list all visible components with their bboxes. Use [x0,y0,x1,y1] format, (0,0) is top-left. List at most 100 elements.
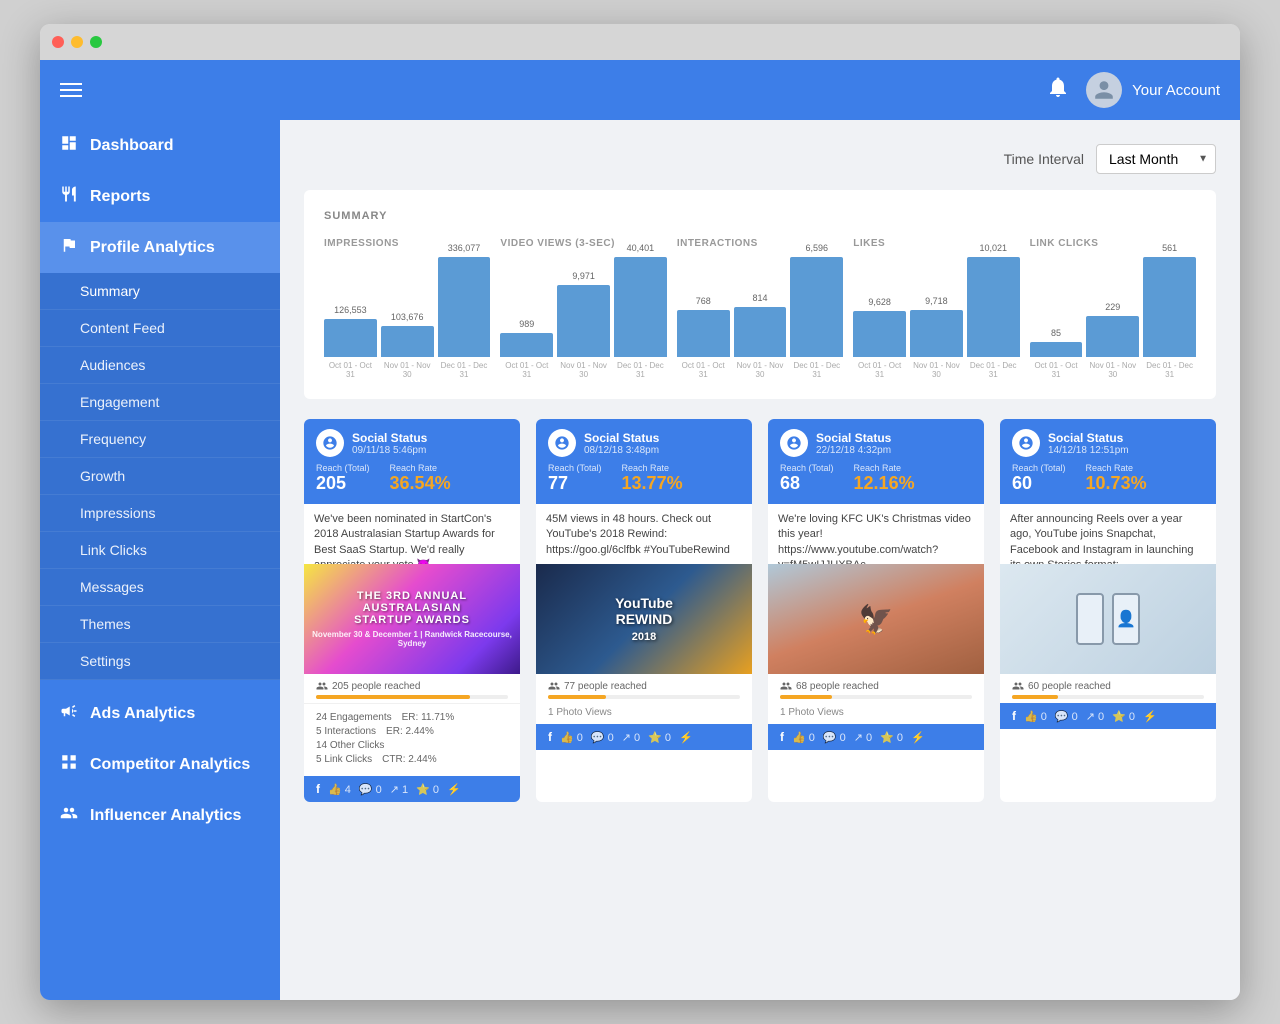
sidebar-sub-themes[interactable]: Themes [40,606,280,643]
grid-icon [60,753,78,776]
post-body-text: We've been nominated in StartCon's 2018 … [304,504,520,564]
sidebar-item-profile-analytics[interactable]: Profile Analytics [40,222,280,273]
reach-bar-bg [1012,695,1204,699]
reach-bar-bg [780,695,972,699]
meta-row: 5 Link Clicks CTR: 2.44% [316,754,508,765]
post-footer: f 👍 4 💬 0 ↗ 1 ⭐ 0 ⚡ [304,776,520,802]
bar: 6,596 [790,257,843,357]
alarm-icon[interactable] [1046,75,1070,105]
meta-row: 24 Engagements ER: 11.71% [316,712,508,723]
bar-date: Nov 01 - Nov 30 [557,361,610,379]
reach-value: 77 [548,473,602,494]
star-count: ⭐ 0 [648,731,671,744]
reach-bar-wrap: 60 people reached [1000,674,1216,703]
sidebar-sub-settings[interactable]: Settings [40,643,280,680]
shares-count: ↗ 1 [390,783,408,796]
reach-label: Reach (Total) [548,463,602,473]
main-content: Time Interval Last Month Last Week Last … [280,120,1240,1000]
reach-bar-wrap: 205 people reached [304,674,520,703]
hamburger-menu[interactable] [60,83,82,97]
megaphone-icon [60,702,78,725]
reach-label: Reach (Total) [316,463,370,473]
sidebar-item-competitor-analytics[interactable]: Competitor Analytics [40,739,280,790]
bar-value: 9,718 [925,296,948,306]
reach-value: 205 [316,473,370,494]
reach-bar-bg [548,695,740,699]
post-brand-info: Social Status08/12/18 3:48pm [584,431,659,456]
time-interval-select[interactable]: Last Month Last Week Last Quarter Last Y… [1096,144,1216,174]
facebook-icon: f [316,782,320,796]
bar: 9,628 [853,311,906,357]
sidebar-item-reports[interactable]: Reports [40,171,280,222]
shares-count: ↗ 0 [622,731,640,744]
bar-dates: Oct 01 - Oct 31Nov 01 - Nov 30Dec 01 - D… [1030,361,1196,379]
sidebar-sub-growth[interactable]: Growth [40,458,280,495]
bar: 10,021 [967,257,1020,357]
sidebar-sub-summary[interactable]: Summary [40,273,280,310]
maximize-button[interactable] [90,36,102,48]
sidebar-item-dashboard[interactable]: Dashboard [40,120,280,171]
bar-value: 85 [1051,328,1061,338]
meta-row: 5 Interactions ER: 2.44% [316,726,508,737]
post-header: Social Status08/12/18 3:48pm Reach (Tota… [536,419,752,504]
post-image: 🦅 [768,564,984,674]
reach-people-label: 68 people reached [780,680,972,692]
bar: 336,077 [438,257,491,357]
interactions-label: 5 Interactions [316,726,376,737]
bar: 40,401 [614,257,667,357]
post-header-top: Social Status08/12/18 3:48pm [548,429,740,457]
bar: 814 [734,307,787,357]
reach-people-label: 77 people reached [548,680,740,692]
reach-value: 68 [780,473,834,494]
post-body-text: After announcing Reels over a year ago, … [1000,504,1216,564]
post-brand-info: Social Status09/11/18 5:46pm [352,431,427,456]
sidebar-sub-content-feed[interactable]: Content Feed [40,310,280,347]
topbar: Your Account [40,60,1240,120]
sidebar-sub-link-clicks[interactable]: Link Clicks [40,532,280,569]
bar-date: Dec 01 - Dec 31 [967,361,1020,379]
bar-value: 10,021 [979,243,1007,253]
star-count: ⭐ 0 [416,783,439,796]
bar-date: Nov 01 - Nov 30 [910,361,963,379]
bar-value: 768 [696,296,711,306]
post-image: THE 3RD ANNUALAUSTRALASIANSTARTUP AWARDS… [304,564,520,674]
sidebar-sub-audiences[interactable]: Audiences [40,347,280,384]
post-avatar [316,429,344,457]
rate-value: 13.77% [622,473,683,494]
bar: 989 [500,333,553,357]
sidebar-item-influencer-analytics[interactable]: Influencer Analytics [40,790,280,841]
people-icon [60,804,78,827]
bar-chart: 126,553103,676336,077 [324,257,490,357]
sidebar-sub-messages[interactable]: Messages [40,569,280,606]
post-meta: 24 Engagements ER: 11.71% 5 Interactions… [304,703,520,776]
post-stats-row: Reach (Total) 60 Reach Rate 10.73% [1012,463,1204,494]
bar-dates: Oct 01 - Oct 31Nov 01 - Nov 30Dec 01 - D… [677,361,843,379]
sidebar-sub-frequency[interactable]: Frequency [40,421,280,458]
rate-value: 36.54% [390,473,451,494]
bar-value: 989 [519,319,534,329]
sidebar-item-competitor-analytics-label: Competitor Analytics [90,756,250,774]
post-header: Social Status22/12/18 4:32pm Reach (Tota… [768,419,984,504]
rate-label: Reach Rate [1086,463,1147,473]
likes-count: 👍 4 [328,783,351,796]
bar-chart: 9899,97140,401 [500,257,666,357]
reach-label: Reach (Total) [1012,463,1066,473]
bar-value: 40,401 [627,243,655,253]
post-brand: Social Status [352,431,427,445]
sidebar-sub-impressions[interactable]: Impressions [40,495,280,532]
reach-bar-bg [316,695,508,699]
reach-value: 60 [1012,473,1066,494]
sidebar-sub-engagement[interactable]: Engagement [40,384,280,421]
sidebar: Dashboard Reports [40,120,280,1000]
sidebar-item-ads-analytics[interactable]: Ads Analytics [40,688,280,739]
post-rate-stat: Reach Rate 10.73% [1086,463,1147,494]
post-stats-row: Reach (Total) 68 Reach Rate 12.16% [780,463,972,494]
post-reach-stat: Reach (Total) 77 [548,463,602,494]
post-brand: Social Status [1048,431,1129,445]
account-area[interactable]: Your Account [1086,72,1220,108]
minimize-button[interactable] [71,36,83,48]
post-views: 1 Photo Views [536,703,752,724]
bar-date: Oct 01 - Oct 31 [853,361,906,379]
close-button[interactable] [52,36,64,48]
post-brand: Social Status [816,431,891,445]
